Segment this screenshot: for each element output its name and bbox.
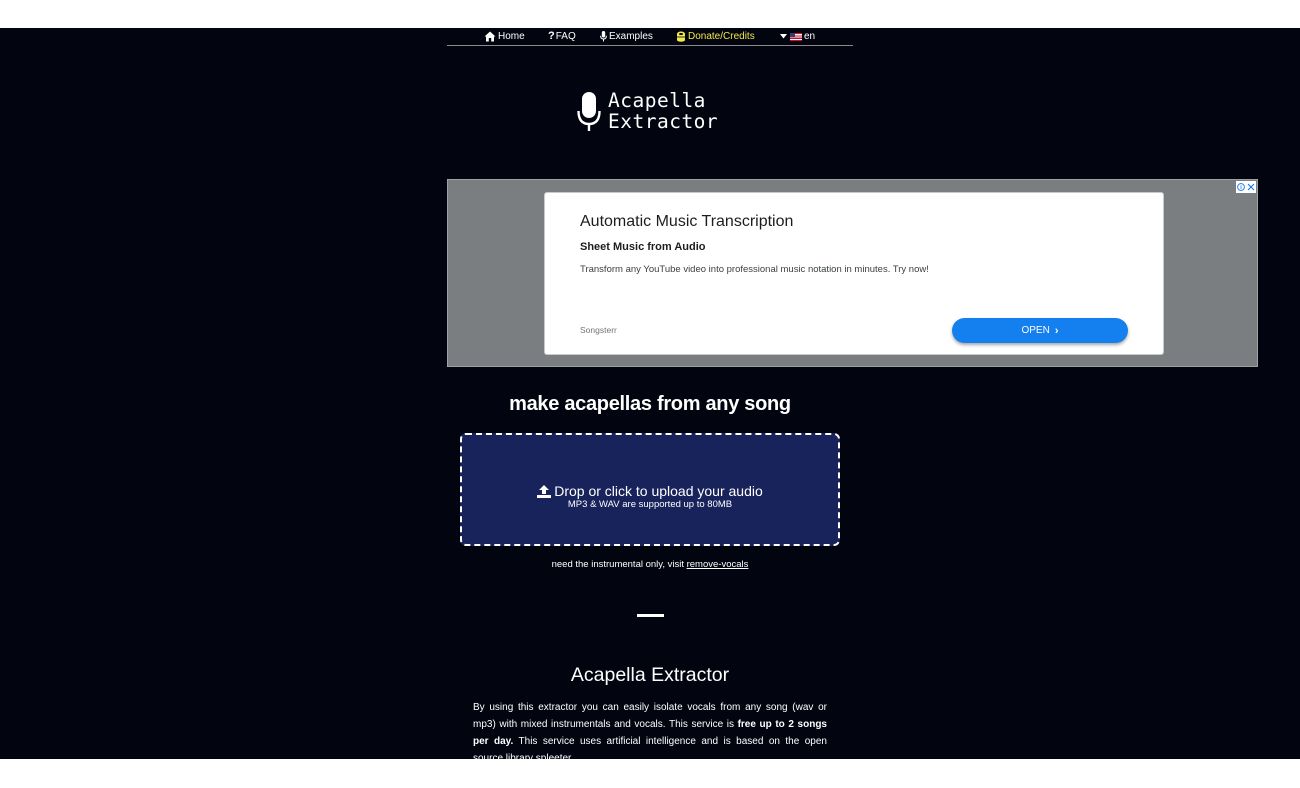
logo-line-2: Extractor	[608, 110, 719, 133]
ad-close-icon[interactable]	[1247, 183, 1255, 191]
microphone-icon	[600, 31, 607, 42]
section-title: Acapella Extractor	[570, 664, 730, 686]
ad-subtitle: Sheet Music from Audio	[580, 241, 706, 253]
section-divider	[637, 614, 664, 617]
caret-down-icon	[780, 34, 787, 39]
ad-open-label: OPEN	[1021, 325, 1050, 336]
ad-brand: Songsterr	[580, 325, 617, 335]
logo-line-1: Acapella	[608, 89, 706, 112]
nav-faq-label: FAQ	[555, 31, 576, 42]
nav-home[interactable]: Home	[484, 30, 525, 43]
page-headline: make acapellas from any song	[509, 393, 791, 415]
remove-vocals-link[interactable]: remove-vocals	[687, 559, 749, 570]
upload-label-row: Drop or click to upload your audio	[462, 483, 838, 499]
upload-dropzone[interactable]: Drop or click to upload your audio MP3 &…	[460, 433, 840, 546]
nav-donate-label: Donate/Credits	[688, 31, 755, 42]
ad-title[interactable]: Automatic Music Transcription	[580, 213, 793, 231]
advertisement[interactable]: Automatic Music Transcription Sheet Musi…	[447, 179, 1258, 367]
question-icon: ?	[548, 30, 555, 42]
instrumental-note: need the instrumental only, visit remove…	[447, 559, 853, 570]
us-flag-icon	[790, 32, 802, 41]
logo-text: Acapella Extractor	[608, 90, 718, 132]
nav-examples[interactable]: Examples	[600, 30, 653, 43]
chevron-right-icon: ›	[1054, 324, 1059, 337]
home-icon	[484, 31, 496, 42]
page: Home ? FAQ Examples Donate/Credits en Ac…	[0, 28, 1300, 759]
para-text-2: This service uses artificial intelligenc…	[473, 736, 827, 759]
nav-examples-label: Examples	[609, 31, 653, 42]
upload-label: Drop or click to upload your audio	[554, 483, 763, 499]
site-logo[interactable]: Acapella Extractor	[577, 90, 737, 134]
description-paragraph: By using this extractor you can easily i…	[473, 699, 827, 759]
microphone-logo-icon	[577, 92, 601, 131]
ad-info-icon[interactable]	[1237, 183, 1245, 191]
nav-donate[interactable]: Donate/Credits	[676, 30, 755, 43]
top-nav: Home ? FAQ Examples Donate/Credits en	[447, 28, 853, 46]
nav-home-label: Home	[498, 31, 525, 42]
ad-description: Transform any YouTube video into profess…	[580, 264, 929, 275]
coin-stack-icon	[677, 31, 685, 42]
ad-choices[interactable]	[1236, 181, 1256, 193]
upload-icon	[537, 484, 552, 498]
language-selector[interactable]: en	[780, 30, 815, 43]
instrumental-prefix: need the instrumental only, visit	[551, 559, 684, 570]
language-label: en	[804, 31, 816, 42]
ad-card[interactable]: Automatic Music Transcription Sheet Musi…	[544, 192, 1164, 355]
ad-open-button[interactable]: OPEN ›	[952, 318, 1128, 343]
upload-hint: MP3 & WAV are supported up to 80MB	[567, 499, 733, 510]
nav-faq[interactable]: ? FAQ	[548, 30, 576, 43]
